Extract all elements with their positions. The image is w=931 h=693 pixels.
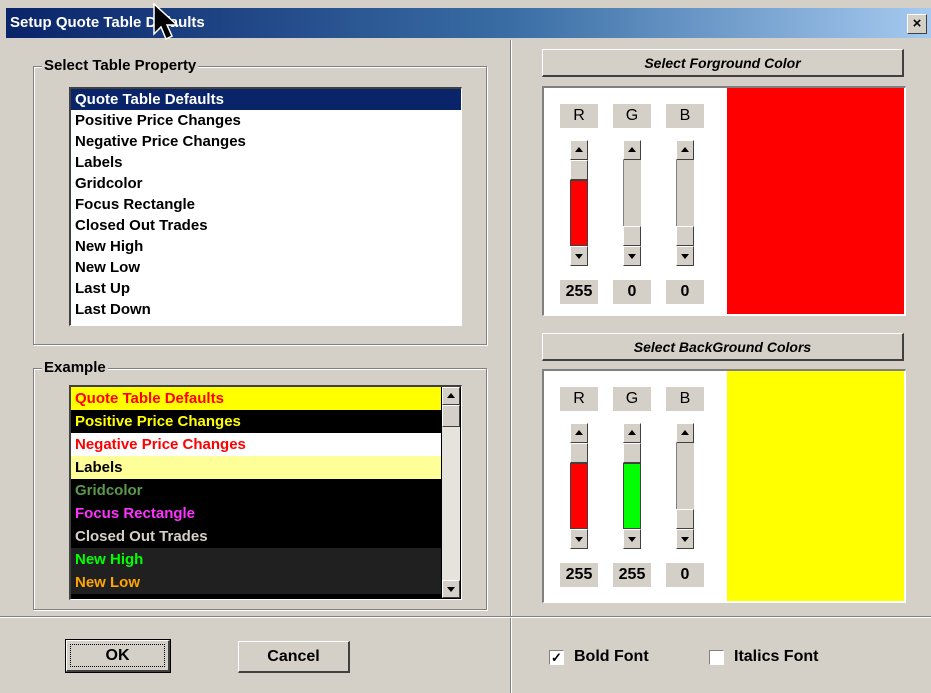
slider-thumb[interactable]	[676, 509, 694, 529]
property-list-item[interactable]: Last Down	[71, 299, 461, 320]
foreground-color-header: Select Forground Color	[542, 49, 904, 77]
slider-fill	[570, 463, 588, 529]
slider-thumb[interactable]	[623, 443, 641, 463]
channel-label: R	[560, 104, 598, 128]
property-listbox[interactable]: Quote Table Defaults Positive Price Chang…	[69, 87, 462, 326]
scroll-up-icon[interactable]	[442, 387, 460, 405]
channel-value: 0	[613, 280, 651, 304]
example-listbox[interactable]: Quote Table Defaults Positive Price Chang…	[69, 385, 462, 600]
focus-rectangle	[70, 644, 165, 667]
scroll-thumb[interactable]	[442, 405, 460, 427]
channel-value: 255	[560, 280, 598, 304]
slider-down-icon[interactable]	[623, 246, 641, 266]
channel-label: B	[666, 387, 704, 411]
slider-down-icon[interactable]	[623, 529, 641, 549]
slider-fill	[623, 463, 641, 529]
slider-down-icon[interactable]	[570, 529, 588, 549]
property-list-item[interactable]: New High	[71, 236, 461, 257]
channel-label: R	[560, 387, 598, 411]
example-list-item[interactable]: Quote Table Defaults	[71, 387, 441, 410]
example-list-item[interactable]: Gridcolor	[71, 479, 441, 502]
property-list-item[interactable]: Quote Table Defaults	[71, 89, 461, 110]
channel-slider[interactable]	[570, 423, 588, 549]
channel-value: 0	[666, 280, 704, 304]
example-list-item[interactable]: Positive Price Changes	[71, 410, 441, 433]
channel-slider[interactable]	[570, 140, 588, 266]
title-bar[interactable]: Setup Quote Table Defaults ×	[6, 8, 931, 38]
checkmark-icon[interactable]: ✓	[549, 650, 564, 665]
channel-slider[interactable]	[623, 423, 641, 549]
property-list-item[interactable]: Labels	[71, 152, 461, 173]
property-groupbox: Select Table Property Quote Table Defaul…	[33, 57, 487, 345]
slider-thumb[interactable]	[676, 226, 694, 246]
slider-down-icon[interactable]	[676, 529, 694, 549]
slider-fill	[570, 180, 588, 246]
scroll-down-icon[interactable]	[442, 580, 460, 598]
mouse-pointer-icon	[153, 2, 179, 41]
example-list-item[interactable]: Closed Out Trades	[71, 525, 441, 548]
channel-slider[interactable]	[676, 423, 694, 549]
bold-font-label: Bold Font	[574, 648, 649, 665]
background-color-panel: R 255 G 255 B 0	[542, 369, 906, 603]
setup-dialog: Setup Quote Table Defaults × Select Tabl…	[0, 0, 931, 693]
channel-value: 255	[560, 563, 598, 587]
example-list-item[interactable]: Focus Rectangle	[71, 502, 441, 525]
cancel-button[interactable]: Cancel	[238, 641, 350, 673]
channel-label: B	[666, 104, 704, 128]
channel-value: 255	[613, 563, 651, 587]
foreground-swatch	[727, 88, 904, 314]
property-legend: Select Table Property	[42, 57, 199, 74]
channel-slider[interactable]	[676, 140, 694, 266]
horizontal-divider	[0, 616, 931, 618]
slider-up-icon[interactable]	[623, 140, 641, 160]
slider-up-icon[interactable]	[676, 140, 694, 160]
slider-up-icon[interactable]	[570, 423, 588, 443]
example-list-item[interactable]: Negative Price Changes	[71, 433, 441, 456]
property-list-item[interactable]: Gridcolor	[71, 173, 461, 194]
slider-up-icon[interactable]	[623, 423, 641, 443]
slider-thumb[interactable]	[623, 226, 641, 246]
example-list-item[interactable]: Labels	[71, 456, 441, 479]
background-color-header: Select BackGround Colors	[542, 333, 904, 361]
ok-button[interactable]: OK	[65, 639, 171, 673]
channel-slider[interactable]	[623, 140, 641, 266]
close-button[interactable]: ×	[907, 14, 927, 34]
slider-thumb[interactable]	[570, 160, 588, 180]
vertical-divider	[510, 40, 512, 693]
slider-up-icon[interactable]	[570, 140, 588, 160]
example-list-item[interactable]: New High	[71, 548, 441, 571]
italics-font-label: Italics Font	[734, 648, 819, 665]
example-list-item[interactable]: New Low	[71, 571, 441, 594]
property-list-item[interactable]: Negative Price Changes	[71, 131, 461, 152]
property-list-item[interactable]: Last Up	[71, 278, 461, 299]
property-list-item[interactable]: Positive Price Changes	[71, 110, 461, 131]
example-scrollbar[interactable]	[442, 387, 460, 598]
example-groupbox: Example Quote Table Defaults Positive Pri…	[33, 359, 487, 610]
slider-thumb[interactable]	[570, 443, 588, 463]
example-legend: Example	[42, 359, 108, 376]
background-swatch	[727, 371, 904, 601]
slider-down-icon[interactable]	[570, 246, 588, 266]
slider-up-icon[interactable]	[676, 423, 694, 443]
channel-label: G	[613, 387, 651, 411]
unchecked-box-icon[interactable]	[709, 650, 724, 665]
slider-down-icon[interactable]	[676, 246, 694, 266]
property-list-item[interactable]: Closed Out Trades	[71, 215, 461, 236]
channel-value: 0	[666, 563, 704, 587]
property-list-item[interactable]: Focus Rectangle	[71, 194, 461, 215]
property-list-item[interactable]: New Low	[71, 257, 461, 278]
channel-label: G	[613, 104, 651, 128]
foreground-color-panel: R 255 G 0 B 0	[542, 86, 906, 316]
